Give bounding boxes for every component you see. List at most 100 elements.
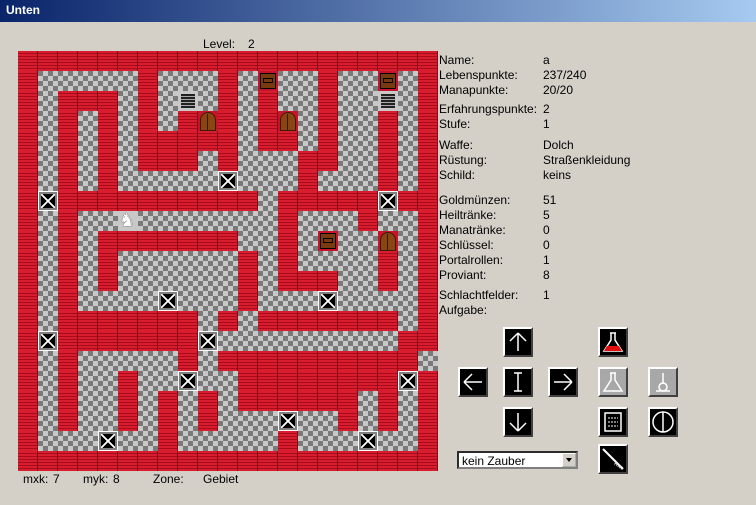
- map-tile-floor[interactable]: [338, 291, 358, 311]
- map-tile-floor[interactable]: [298, 231, 318, 251]
- map-tile-floor[interactable]: [138, 251, 158, 271]
- chevron-down-icon[interactable]: [562, 453, 576, 467]
- map-tile-floor[interactable]: [378, 211, 398, 231]
- map-tile-floor[interactable]: [38, 111, 58, 131]
- map-tile-floor[interactable]: [298, 411, 318, 431]
- map-tile-floor[interactable]: [358, 291, 378, 311]
- map-tile-floor[interactable]: [138, 351, 158, 371]
- map-tile-floor[interactable]: [338, 131, 358, 151]
- map-tile-battlefield[interactable]: [398, 371, 418, 391]
- map-tile-floor[interactable]: [118, 291, 138, 311]
- move-right-button[interactable]: [548, 367, 578, 397]
- map-tile-floor[interactable]: [118, 131, 138, 151]
- map-tile-floor[interactable]: [78, 431, 98, 451]
- map-tile-floor[interactable]: [338, 271, 358, 291]
- map-tile-floor[interactable]: [38, 151, 58, 171]
- map-tile-floor[interactable]: [358, 411, 378, 431]
- map-tile-floor[interactable]: [98, 391, 118, 411]
- map-tile-floor[interactable]: [218, 291, 238, 311]
- map-tile-floor[interactable]: [238, 331, 258, 351]
- map-tile-floor[interactable]: [358, 91, 378, 111]
- map-tile-floor[interactable]: [118, 271, 138, 291]
- map-tile-floor[interactable]: [198, 291, 218, 311]
- shield-button[interactable]: [648, 407, 678, 437]
- map-tile-floor[interactable]: [198, 151, 218, 171]
- map-tile-floor[interactable]: [138, 211, 158, 231]
- map-tile-floor[interactable]: [338, 171, 358, 191]
- map-tile-floor[interactable]: [218, 411, 238, 431]
- map-tile-floor[interactable]: [38, 291, 58, 311]
- map-tile-floor[interactable]: [238, 311, 258, 331]
- map-tile-floor[interactable]: [38, 391, 58, 411]
- map-tile-battlefield[interactable]: [98, 431, 118, 451]
- map-tile-floor[interactable]: [238, 131, 258, 151]
- map-tile-floor[interactable]: [278, 171, 298, 191]
- map-tile-battlefield[interactable]: [178, 371, 198, 391]
- map-tile-floor[interactable]: [298, 91, 318, 111]
- map-tile-floor[interactable]: [178, 171, 198, 191]
- map-tile-floor[interactable]: [198, 71, 218, 91]
- map-tile-floor[interactable]: [218, 211, 238, 231]
- map-tile-floor[interactable]: [398, 111, 418, 131]
- map-tile-floor[interactable]: [398, 131, 418, 151]
- wait-button[interactable]: [503, 367, 533, 397]
- map-tile-floor[interactable]: [38, 251, 58, 271]
- map-tile-floor[interactable]: [38, 91, 58, 111]
- map-tile-floor[interactable]: [318, 411, 338, 431]
- map-tile-door[interactable]: [278, 111, 298, 131]
- scroll-button[interactable]: [598, 407, 628, 437]
- map-tile-battlefield[interactable]: [38, 191, 58, 211]
- map-tile-floor[interactable]: [178, 431, 198, 451]
- map-tile-floor[interactable]: [278, 91, 298, 111]
- map-tile-floor[interactable]: [158, 351, 178, 371]
- map-tile-floor[interactable]: [398, 391, 418, 411]
- map-tile-floor[interactable]: [238, 91, 258, 111]
- map-tile-floor[interactable]: [298, 251, 318, 271]
- map-tile-floor[interactable]: [298, 111, 318, 131]
- map-tile-door[interactable]: [378, 231, 398, 251]
- map-tile-floor[interactable]: [38, 411, 58, 431]
- map-tile-floor[interactable]: [278, 71, 298, 91]
- map-tile-chest[interactable]: [378, 71, 398, 91]
- map-tile-floor[interactable]: [278, 331, 298, 351]
- key-button[interactable]: [648, 367, 678, 397]
- map-tile-floor[interactable]: [118, 431, 138, 451]
- map-tile-floor[interactable]: [138, 411, 158, 431]
- map-tile-floor[interactable]: [378, 431, 398, 451]
- map-tile-floor[interactable]: [378, 331, 398, 351]
- map-tile-floor[interactable]: [78, 291, 98, 311]
- map-tile-floor[interactable]: [178, 271, 198, 291]
- map-tile-floor[interactable]: [258, 211, 278, 231]
- map-tile-floor[interactable]: [78, 151, 98, 171]
- map-tile-battlefield[interactable]: [218, 171, 238, 191]
- map-tile-floor[interactable]: [78, 391, 98, 411]
- map-tile-floor[interactable]: [298, 331, 318, 351]
- map-tile-floor[interactable]: [358, 231, 378, 251]
- map-tile-floor[interactable]: [178, 291, 198, 311]
- map-tile-floor[interactable]: [398, 411, 418, 431]
- map-tile-floor[interactable]: [358, 251, 378, 271]
- map-tile-floor[interactable]: [358, 331, 378, 351]
- map-tile-floor[interactable]: [258, 151, 278, 171]
- map-tile-floor[interactable]: [398, 71, 418, 91]
- map-tile-floor[interactable]: [118, 251, 138, 271]
- map-tile-floor[interactable]: [118, 71, 138, 91]
- map-tile-floor[interactable]: [178, 251, 198, 271]
- map-tile-floor[interactable]: [258, 271, 278, 291]
- map-tile-floor[interactable]: [138, 371, 158, 391]
- map-tile-floor[interactable]: [158, 171, 178, 191]
- map-tile-floor[interactable]: [218, 271, 238, 291]
- map-tile-stairs[interactable]: [378, 91, 398, 111]
- map-tile-floor[interactable]: [98, 71, 118, 91]
- map-tile-floor[interactable]: [298, 211, 318, 231]
- map-tile-floor[interactable]: [338, 211, 358, 231]
- map-tile-floor[interactable]: [198, 171, 218, 191]
- map-tile-floor[interactable]: [198, 371, 218, 391]
- map-tile-floor[interactable]: [238, 231, 258, 251]
- map-tile-floor[interactable]: [298, 131, 318, 151]
- map-tile-floor[interactable]: [138, 271, 158, 291]
- map-tile-floor[interactable]: [338, 151, 358, 171]
- map-tile-floor[interactable]: [178, 71, 198, 91]
- map-tile-floor[interactable]: [398, 311, 418, 331]
- map-tile-floor[interactable]: [38, 171, 58, 191]
